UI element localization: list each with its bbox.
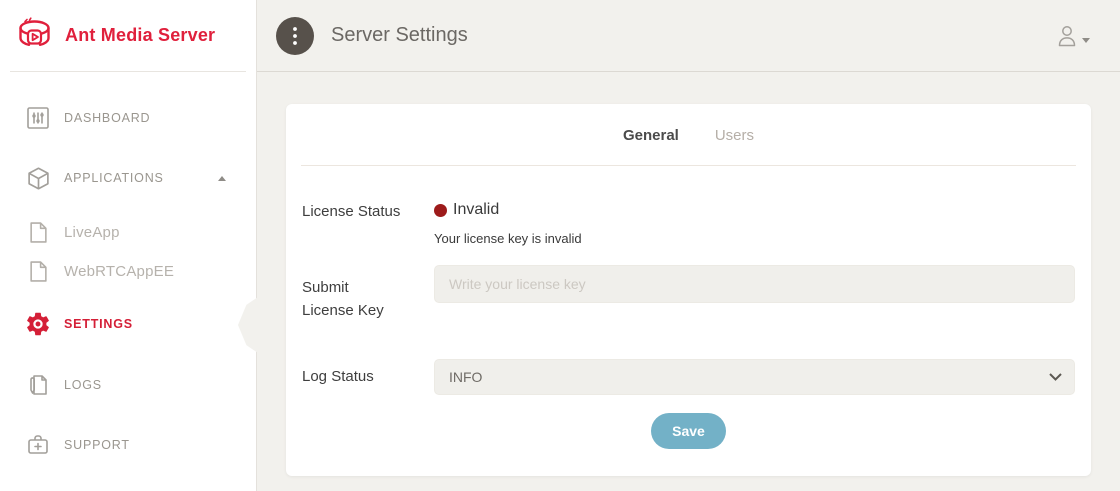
file-icon — [24, 261, 52, 282]
sidebar-item-label: APPLICATIONS — [64, 171, 164, 185]
chevron-down-icon — [1082, 38, 1090, 43]
license-status-row: License Status Invalid Your license key … — [302, 201, 1075, 246]
sidebar-item-settings[interactable]: SETTINGS — [0, 311, 256, 337]
license-key-input[interactable] — [434, 265, 1075, 303]
sidebar-item-liveapp[interactable]: LiveApp — [0, 219, 256, 245]
submit-license-label-line1: Submit — [302, 277, 434, 300]
save-row: Save — [302, 413, 1075, 449]
settings-tabs: General Users — [286, 104, 1091, 165]
tab-users[interactable]: Users — [715, 127, 754, 144]
sidebar-item-dashboard[interactable]: DASHBOARD — [0, 105, 256, 131]
license-status-line: Invalid — [434, 201, 582, 219]
submit-license-row: Submit License Key — [302, 265, 1075, 322]
tabs-divider — [301, 165, 1076, 166]
sidebar-item-label: SETTINGS — [64, 317, 133, 331]
save-button[interactable]: Save — [651, 413, 726, 449]
submit-license-label-line2: License Key — [302, 300, 434, 323]
page-menu-button[interactable] — [276, 17, 314, 55]
log-status-row: Log Status INFO — [302, 359, 1075, 395]
file-icon — [24, 222, 52, 243]
brand-name: Ant Media Server — [65, 25, 215, 46]
general-settings-form: License Status Invalid Your license key … — [286, 201, 1091, 449]
brand-logo[interactable]: Ant Media Server — [0, 0, 256, 71]
gear-icon — [24, 310, 52, 338]
main-content: General Users License Status Invalid You… — [257, 72, 1120, 491]
page-title: Server Settings — [331, 24, 468, 47]
sidebar-item-label: DASHBOARD — [64, 111, 150, 125]
collapse-caret-icon[interactable] — [218, 176, 226, 181]
sidebar-item-support[interactable]: SUPPORT — [0, 432, 256, 458]
sidebar-nav: DASHBOARD APPLICATIONS LiveApp — [0, 72, 256, 458]
status-dot-icon — [434, 204, 447, 217]
license-status-message: Your license key is invalid — [434, 231, 582, 246]
submit-license-label: Submit License Key — [302, 265, 434, 322]
sidebar-item-label: SUPPORT — [64, 438, 130, 452]
sidebar-item-label: LiveApp — [64, 224, 120, 241]
package-icon — [24, 166, 52, 191]
log-status-label: Log Status — [302, 366, 434, 389]
sidebar-item-logs[interactable]: LOGS — [0, 372, 256, 398]
license-status-value-block: Invalid Your license key is invalid — [434, 201, 582, 246]
ant-media-logo-icon — [14, 17, 55, 55]
sidebar-item-label: WebRTCAppEE — [64, 263, 174, 280]
log-status-select-wrap: INFO — [434, 359, 1075, 395]
license-status-value: Invalid — [453, 201, 499, 219]
person-icon — [1056, 24, 1078, 48]
sidebar: Ant Media Server DASHBOARD — [0, 0, 257, 491]
vertical-ellipsis-icon — [292, 26, 298, 46]
logs-icon — [24, 373, 52, 397]
dashboard-icon — [24, 106, 52, 130]
sidebar-item-label: LOGS — [64, 378, 102, 392]
tab-general[interactable]: General — [623, 127, 679, 144]
sidebar-item-applications[interactable]: APPLICATIONS — [0, 165, 256, 191]
sidebar-item-webrtcappee[interactable]: WebRTCAppEE — [0, 258, 256, 284]
user-menu-button[interactable] — [1056, 24, 1090, 48]
log-status-select[interactable]: INFO — [434, 359, 1075, 395]
server-settings-card: General Users License Status Invalid You… — [286, 104, 1091, 476]
header: Server Settings — [257, 0, 1120, 72]
license-status-label: License Status — [302, 201, 434, 224]
support-icon — [24, 433, 52, 457]
